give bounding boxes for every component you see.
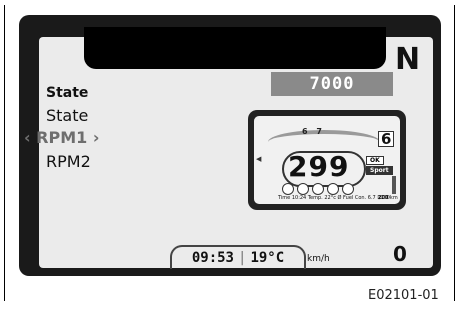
clock-time: 09:53 (191, 250, 234, 266)
indicator-left-icon: ◀ (256, 155, 262, 163)
top-black-band (84, 27, 386, 69)
mini-gear-indicator: 6 (378, 131, 395, 147)
figure-code: E02101-01 (368, 288, 439, 303)
pill-separator: | (238, 250, 247, 266)
standby-icon (327, 183, 339, 195)
gear-indicator-top: N (395, 42, 421, 77)
menu-item-rpm2[interactable]: RPM2 (46, 152, 91, 171)
engine-icon (312, 183, 324, 195)
fuel-level-bar (392, 176, 396, 194)
fuel-icon (342, 183, 354, 195)
riding-mode-badge: Sport (366, 166, 393, 175)
rpm-value-box[interactable]: 7000 (271, 72, 393, 96)
warning-icon-row (282, 183, 354, 195)
menu-item-state-selected[interactable]: State (46, 85, 88, 101)
traction-icon (297, 183, 309, 195)
gear-indicator-bottom: 0 (393, 242, 407, 266)
ambient-temperature: 19°C (250, 250, 285, 266)
info-right-value: 200 (378, 195, 389, 201)
speed-unit-label: km/h (307, 254, 330, 264)
frame-left-rule (4, 5, 5, 301)
menu-item-rpm1[interactable]: ‹ RPM1 › (24, 128, 99, 147)
status-ok-badge: OK (366, 156, 384, 165)
abs-icon (282, 183, 294, 195)
rpm-scale-labels: 6 7 (302, 127, 325, 136)
speed-readout: 299 (288, 150, 350, 183)
time-temp-pill: 09:53 | 19°C (170, 245, 306, 269)
menu-item-state[interactable]: State (46, 106, 88, 125)
frame-right-rule (454, 5, 455, 301)
